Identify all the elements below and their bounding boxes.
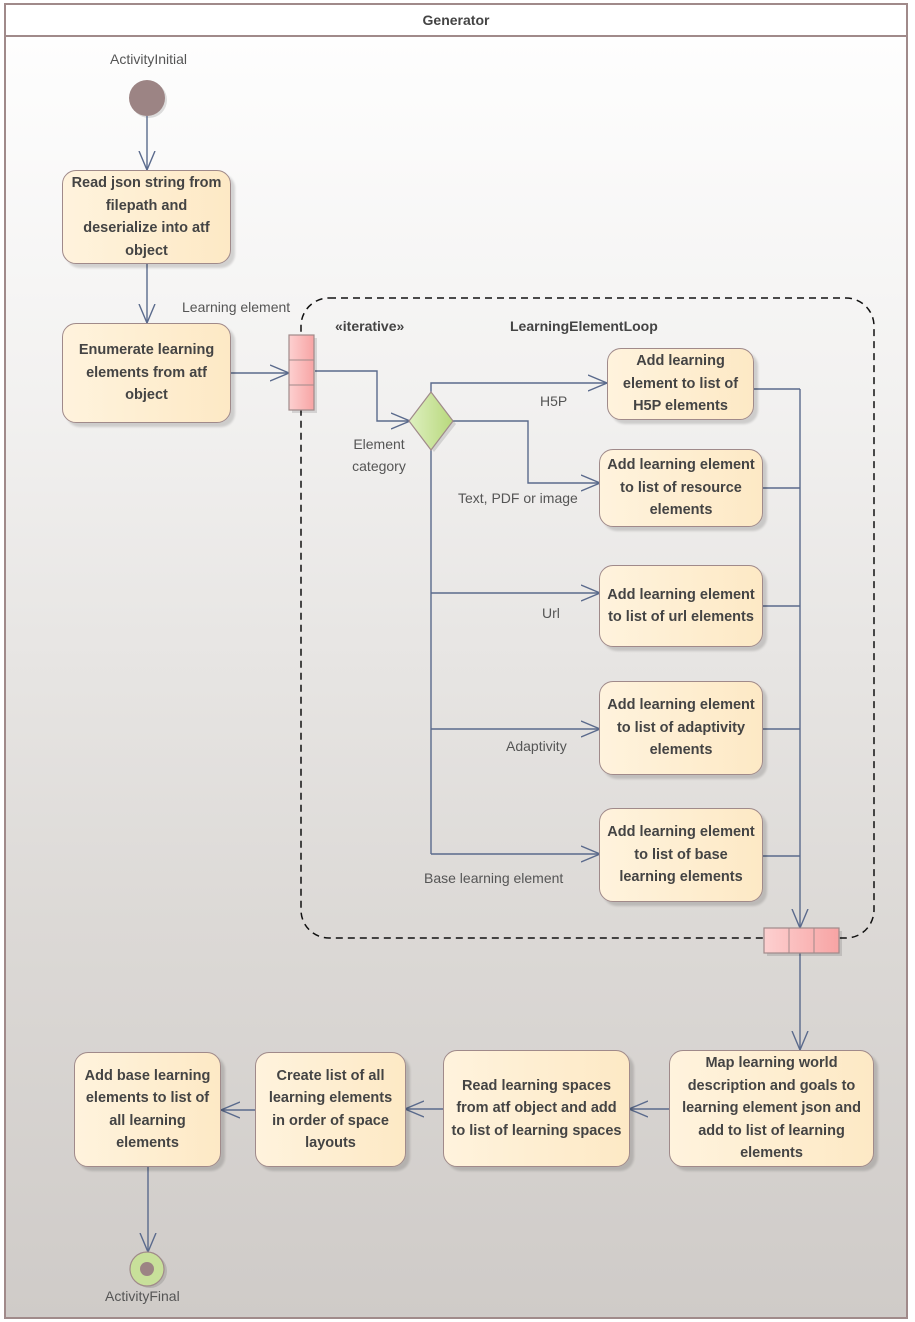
final-node-dot — [140, 1262, 154, 1276]
guard-base: Base learning element — [424, 870, 564, 886]
final-node-label: ActivityFinal — [105, 1288, 180, 1304]
guard-h5p: H5P — [540, 393, 568, 409]
action-read-json[interactable]: Read json string from filepath and deser… — [62, 170, 231, 264]
action-map-world[interactable]: Map learning world description and goals… — [669, 1050, 874, 1167]
decision-label: Element category — [352, 436, 406, 474]
action-add-url[interactable]: Add learning element to list of url elem… — [599, 565, 763, 647]
edge-pin-decision — [315, 370, 410, 421]
action-add-adaptivity[interactable]: Add learning element to list of adaptivi… — [599, 681, 763, 775]
action-add-base-all[interactable]: Add base learning elements to list of al… — [74, 1052, 221, 1167]
edge-h5p — [430, 383, 607, 392]
action-add-resource[interactable]: Add learning element to list of resource… — [599, 449, 763, 527]
action-add-base[interactable]: Add learning element to list of base lea… — [599, 808, 763, 902]
guard-url: Url — [542, 605, 560, 621]
output-pin — [763, 927, 842, 956]
input-pin — [288, 334, 317, 413]
action-read-spaces[interactable]: Read learning spaces from atf object and… — [443, 1050, 630, 1167]
edge-resource — [453, 420, 600, 483]
initial-node-dot — [129, 80, 165, 116]
guard-resource: Text, PDF or image — [458, 490, 578, 506]
loop-region — [300, 297, 875, 939]
region-stereotype: «iterative» — [335, 318, 405, 334]
action-add-h5p[interactable]: Add learning element to list of H5P elem… — [607, 348, 754, 420]
input-pin-label: Learning element — [182, 299, 291, 315]
region-name: LearningElementLoop — [510, 318, 658, 334]
action-create-list[interactable]: Create list of all learning elements in … — [255, 1052, 406, 1167]
action-enumerate[interactable]: Enumerate learning elements from atf obj… — [62, 323, 231, 423]
guard-adaptivity: Adaptivity — [506, 738, 567, 754]
initial-node-label: ActivityInitial — [110, 51, 188, 67]
